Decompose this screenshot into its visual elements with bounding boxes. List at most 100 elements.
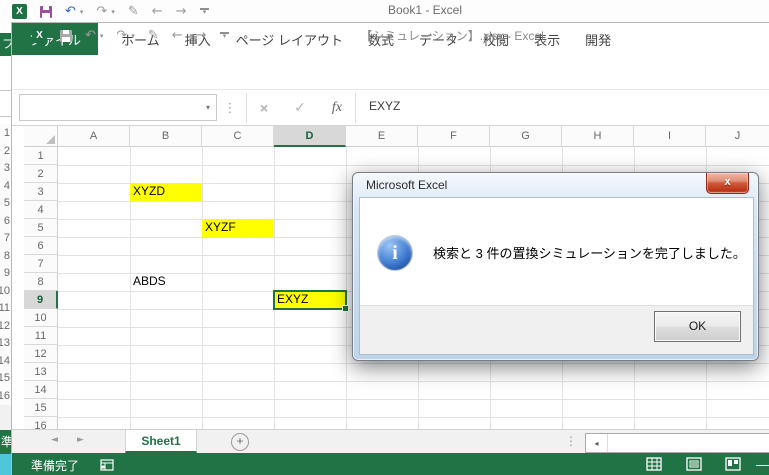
gridline-horizontal xyxy=(58,399,769,400)
message-dialog: Microsoft Excel x i 検索と 3 件の置換シミュレーションを完… xyxy=(352,172,759,361)
dialog-body: i 検索と 3 件の置換シミュレーションを完了しました。 OK xyxy=(359,197,754,355)
redo-dropdown-icon[interactable]: ▾ xyxy=(111,8,115,16)
insert-function-icon[interactable]: fx xyxy=(332,100,342,116)
forward-arrow-icon[interactable]: → xyxy=(176,5,187,18)
column-header-C[interactable]: C xyxy=(202,126,274,147)
select-all-corner[interactable] xyxy=(24,126,58,147)
excel-logo-icon[interactable]: X xyxy=(32,28,47,43)
sheet-tab-sheet1[interactable]: Sheet1 xyxy=(125,430,197,453)
row-header-8[interactable]: 8 xyxy=(24,273,58,291)
gridline-horizontal xyxy=(58,363,769,364)
dialog-footer: OK xyxy=(360,305,753,354)
close-icon[interactable]: x xyxy=(706,173,749,194)
sheetbar-separator-icon[interactable]: ⋮ xyxy=(565,434,577,448)
save-icon[interactable] xyxy=(40,6,52,18)
column-header-G[interactable]: G xyxy=(490,126,562,147)
qat-customize-icon[interactable]: ▾ xyxy=(220,32,230,39)
excel-logo-icon[interactable]: X xyxy=(12,4,27,19)
redo-icon[interactable]: ↷ xyxy=(96,5,107,18)
macro-record-icon[interactable] xyxy=(100,458,114,475)
row-header-5[interactable]: 5 xyxy=(24,219,58,237)
redo-icon[interactable]: ↷ xyxy=(116,29,127,42)
gridline-horizontal xyxy=(58,381,769,382)
gridline-vertical xyxy=(346,147,347,429)
save-icon[interactable] xyxy=(60,30,72,42)
dialog-title: Microsoft Excel xyxy=(366,178,447,192)
gridline-vertical xyxy=(202,147,203,429)
column-header-J[interactable]: J xyxy=(706,126,769,147)
sheet-nav-left-icon[interactable]: ◄ xyxy=(51,435,58,445)
back-row-header: 16 xyxy=(0,390,10,402)
zoom-out-icon[interactable]: — xyxy=(756,457,769,472)
sheet-tab-bar: ◄ ► Sheet1 + ⋮ ◂ xyxy=(12,429,769,453)
scroll-left-icon[interactable]: ◂ xyxy=(586,434,608,452)
cell-B8[interactable]: ABDS xyxy=(130,273,202,291)
back-file-tab-fragment[interactable]: フ xyxy=(0,33,11,56)
back-window-titlebar: X ↶▾ ↷▾ ✎ ← → ▾ Book1 - Excel xyxy=(0,0,769,22)
qat-customize-icon[interactable]: ▾ xyxy=(200,8,210,15)
row-header-6[interactable]: 6 xyxy=(24,237,58,255)
back-row-header: 4 xyxy=(0,180,10,192)
row-header-1[interactable]: 1 xyxy=(24,147,58,165)
dialog-message: 検索と 3 件の置換シミュレーションを完了しました。 xyxy=(433,243,746,262)
row-header-11[interactable]: 11 xyxy=(24,327,58,345)
row-header-14[interactable]: 14 xyxy=(24,381,58,399)
column-header-F[interactable]: F xyxy=(418,126,490,147)
undo-icon[interactable]: ↶ xyxy=(85,29,96,42)
row-header-2[interactable]: 2 xyxy=(24,165,58,183)
column-header-E[interactable]: E xyxy=(346,126,418,147)
column-header-I[interactable]: I xyxy=(634,126,706,147)
undo-icon[interactable]: ↶ xyxy=(65,5,76,18)
back-row-header: 1 xyxy=(0,127,10,139)
column-header-H[interactable]: H xyxy=(562,126,634,147)
sheet-nav-right-icon[interactable]: ► xyxy=(77,435,84,445)
pen-icon[interactable]: ✎ xyxy=(148,29,159,42)
gridline-vertical xyxy=(274,147,275,429)
page-layout-view-icon[interactable] xyxy=(686,457,702,475)
forward-arrow-icon[interactable]: → xyxy=(196,29,207,42)
normal-view-icon[interactable] xyxy=(646,457,662,475)
cancel-icon[interactable]: × xyxy=(260,100,268,116)
page-break-view-icon[interactable] xyxy=(725,457,741,475)
selection-border xyxy=(273,290,347,310)
pen-icon[interactable]: ✎ xyxy=(128,5,139,18)
ok-button[interactable]: OK xyxy=(654,311,741,342)
row-header-15[interactable]: 15 xyxy=(24,399,58,417)
info-icon: i xyxy=(378,236,412,270)
cell-B3[interactable]: XYZD xyxy=(130,183,202,201)
cell-C5[interactable]: XYZF xyxy=(202,219,274,237)
row-header-4[interactable]: 4 xyxy=(24,201,58,219)
back-sheetbar-fragment xyxy=(0,405,11,430)
back-arrow-icon[interactable]: ← xyxy=(152,5,163,18)
formula-bar-separator-icon[interactable]: ⋮ xyxy=(224,95,236,121)
name-box[interactable]: ▾ xyxy=(19,94,217,121)
back-arrow-icon[interactable]: ← xyxy=(172,29,183,42)
enter-icon[interactable]: ✓ xyxy=(294,101,306,115)
formula-input[interactable]: EXYZ xyxy=(369,99,400,113)
column-header-B[interactable]: B xyxy=(130,126,202,147)
back-row-header: 2 xyxy=(0,145,10,157)
column-header-D[interactable]: D xyxy=(274,126,346,147)
back-row-header: 5 xyxy=(0,197,10,209)
undo-dropdown-icon[interactable]: ▾ xyxy=(100,32,104,40)
row-header-3[interactable]: 3 xyxy=(24,183,58,201)
back-row-header: 14 xyxy=(0,355,10,367)
horizontal-scrollbar[interactable]: ◂ xyxy=(585,433,769,453)
front-quick-access-toolbar: X ↶ ▾ ↷ ▾ ✎ ← → ▾ xyxy=(32,27,230,44)
status-bar: 準備完了 — xyxy=(12,453,769,475)
row-header-10[interactable]: 10 xyxy=(24,309,58,327)
row-header-7[interactable]: 7 xyxy=(24,255,58,273)
column-header-A[interactable]: A xyxy=(58,126,130,147)
row-header-9[interactable]: 9 xyxy=(24,291,58,309)
new-sheet-button[interactable]: + xyxy=(231,433,249,451)
back-namebox-fragment xyxy=(0,90,11,117)
screen: ☆☆☆☆☆☆☆☆☆☆☆☆☆☆ X ↶▾ ↷▾ ✎ ← → ▾ Book1 - E… xyxy=(0,0,769,475)
row-header-13[interactable]: 13 xyxy=(24,363,58,381)
undo-dropdown-icon[interactable]: ▾ xyxy=(80,8,84,16)
desktop-fragment xyxy=(0,454,11,475)
row-header-12[interactable]: 12 xyxy=(24,345,58,363)
row-header-16[interactable]: 16 xyxy=(24,417,58,429)
name-box-dropdown-icon[interactable]: ▾ xyxy=(206,104,210,112)
back-row-header: 6 xyxy=(0,215,10,227)
redo-dropdown-icon[interactable]: ▾ xyxy=(131,32,135,40)
